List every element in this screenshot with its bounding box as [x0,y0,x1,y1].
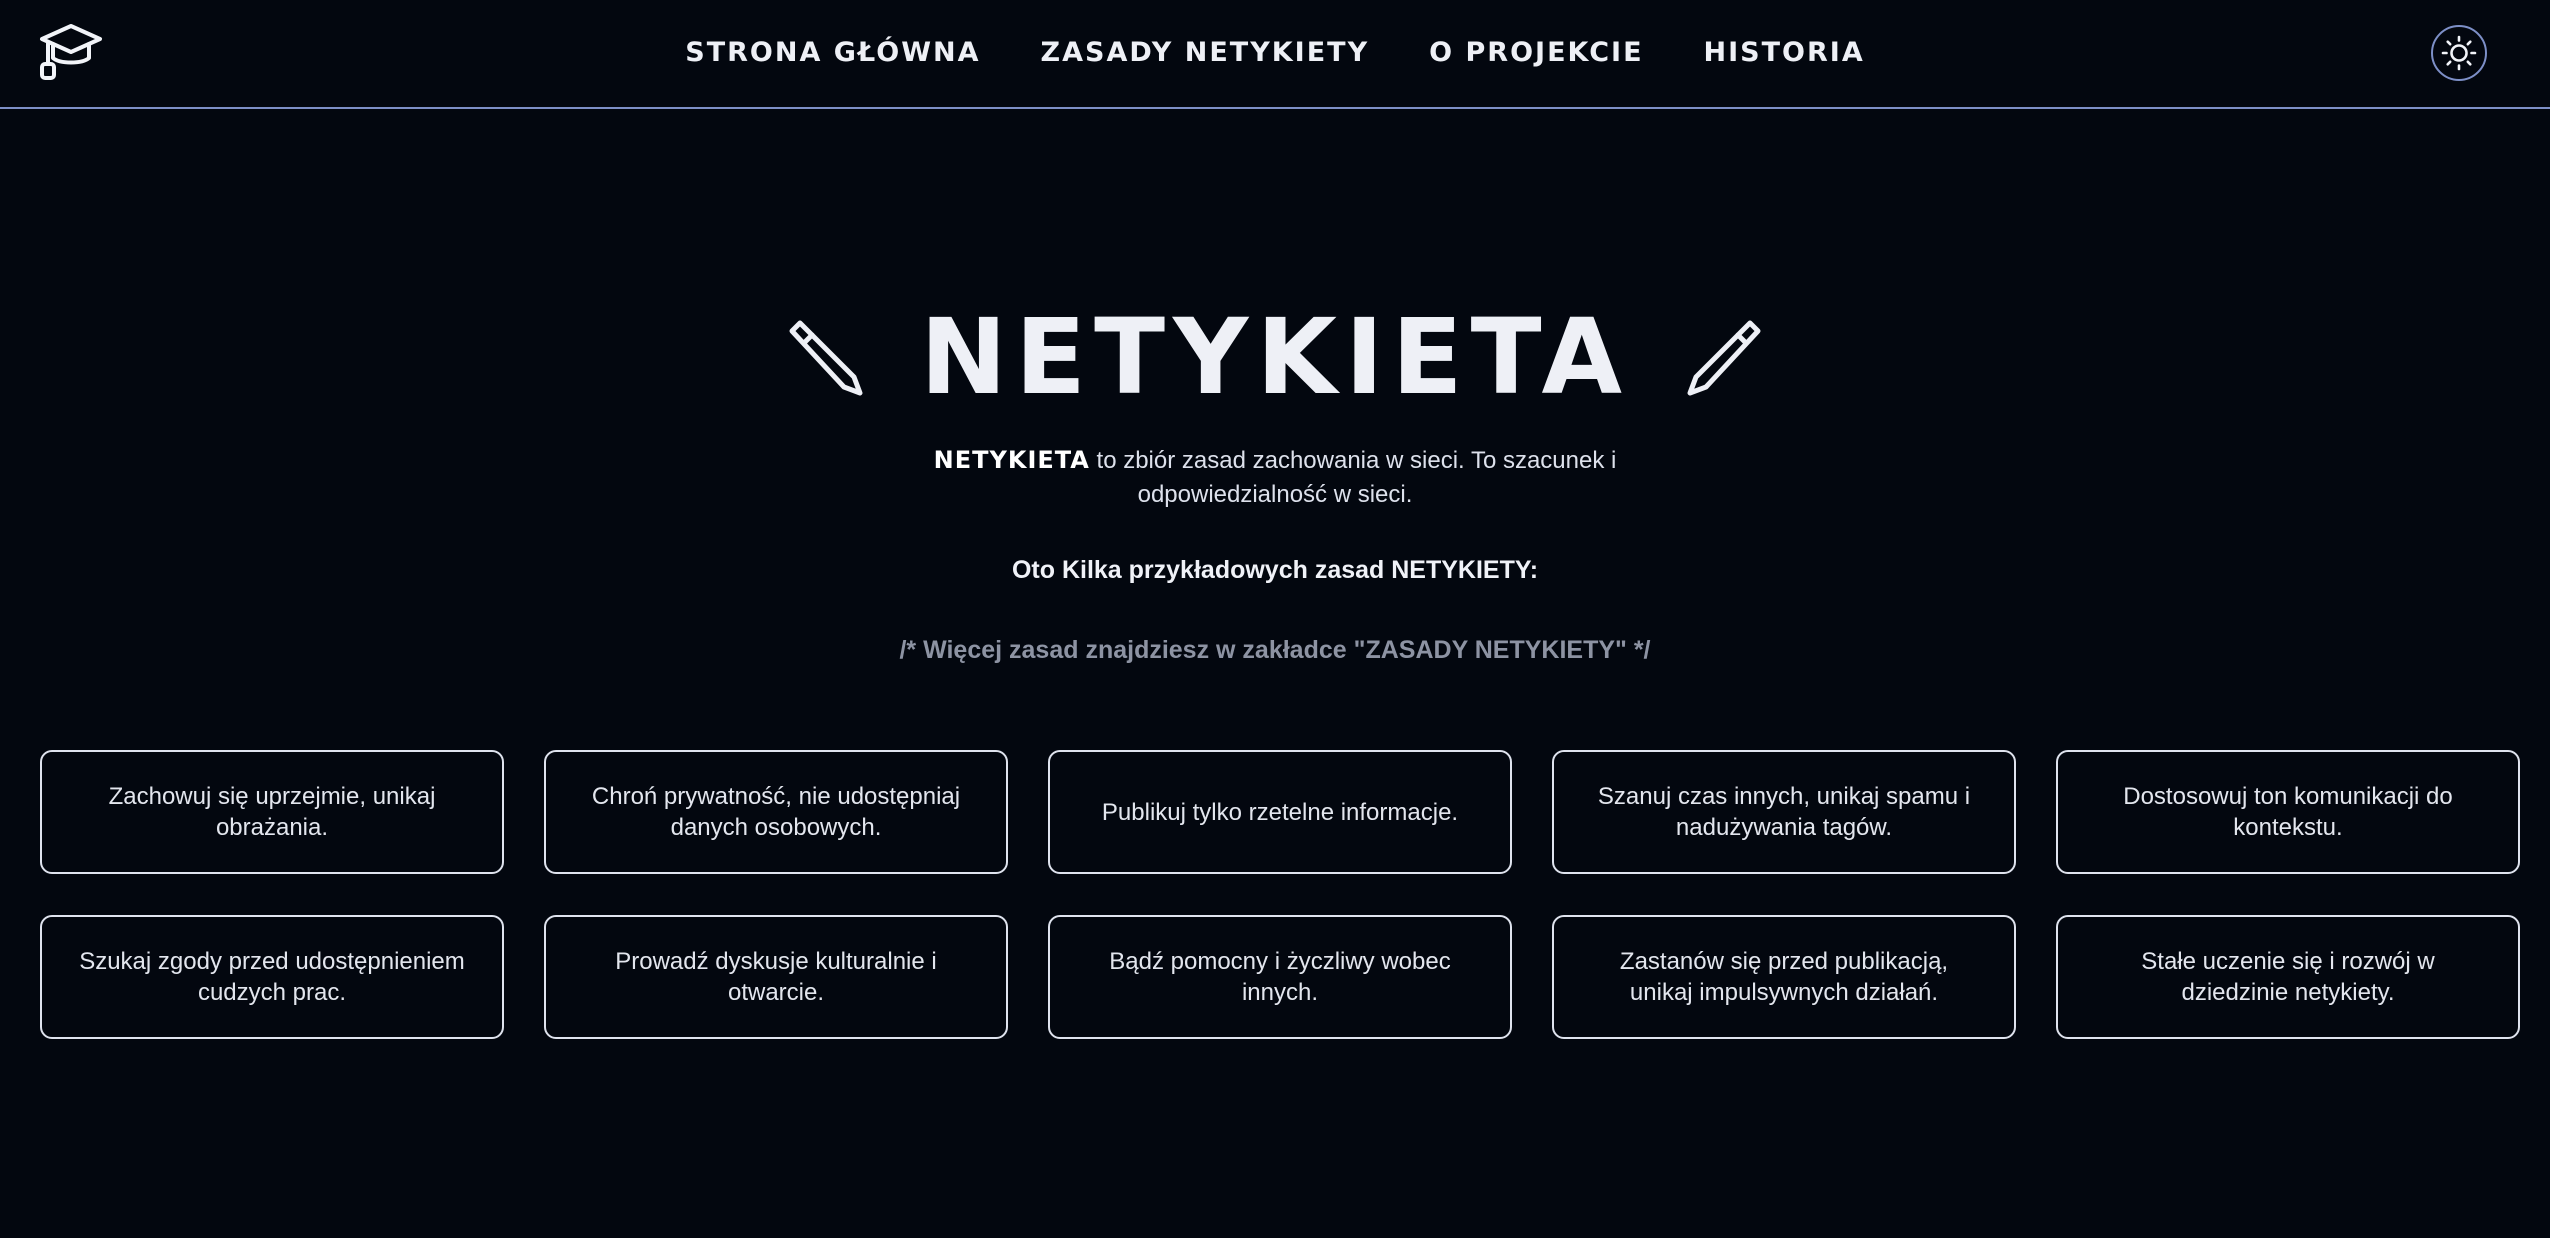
nav-home[interactable]: STRONA GŁÓWNA [685,37,980,68]
hero-title-row: NETYKIETA [0,305,2550,409]
rule-card: Publikuj tylko rzetelne informacje. [1048,750,1512,874]
pencil-icon [789,320,863,396]
rule-card: Zastanów się przed publikacją, unikaj im… [1552,915,2016,1039]
intro-highlight: NETYKIETA [933,446,1090,474]
main-nav: STRONA GŁÓWNA ZASADY NETYKIETY O PROJEKC… [0,0,2550,107]
intro-description: to zbiór zasad zachowania w sieci. To sz… [1089,447,1617,508]
rule-card: Bądź pomocny i życzliwy wobec innych. [1048,915,1512,1039]
pencil-icon [1687,320,1761,396]
rule-card: Prowadź dyskusje kulturalnie i otwarcie. [544,915,1008,1039]
rule-card: Stałe uczenie się i rozwój w dziedzinie … [2056,915,2520,1039]
theme-toggle-button[interactable] [2431,25,2487,81]
rule-card: Szukaj zgody przed udostępnieniem cudzyc… [40,915,504,1039]
nav-about-project[interactable]: O PROJEKCIE [1429,37,1643,68]
rule-card: Zachowuj się uprzejmie, unikaj obrażania… [40,750,504,874]
intro-text: NETYKIETA to zbiór zasad zachowania w si… [925,443,1625,512]
rule-card: Chroń prywatność, nie udostępniaj danych… [544,750,1008,874]
more-rules-note: /* Więcej zasad znajdziesz w zakładce "Z… [899,636,1651,664]
nav-history[interactable]: HISTORIA [1704,37,1865,68]
sun-icon [2441,35,2477,71]
examples-heading: Oto Kilka przykładowych zasad NETYKIETY: [1011,556,1539,584]
nav-netiquette-rules[interactable]: ZASADY NETYKIETY [1041,37,1370,68]
rule-card: Szanuj czas innych, unikaj spamu i naduż… [1552,750,2016,874]
rule-card: Dostosowuj ton komunikacji do kontekstu. [2056,750,2520,874]
page-title: NETYKIETA [919,296,1630,418]
site-header: STRONA GŁÓWNA ZASADY NETYKIETY O PROJEKC… [0,0,2550,109]
